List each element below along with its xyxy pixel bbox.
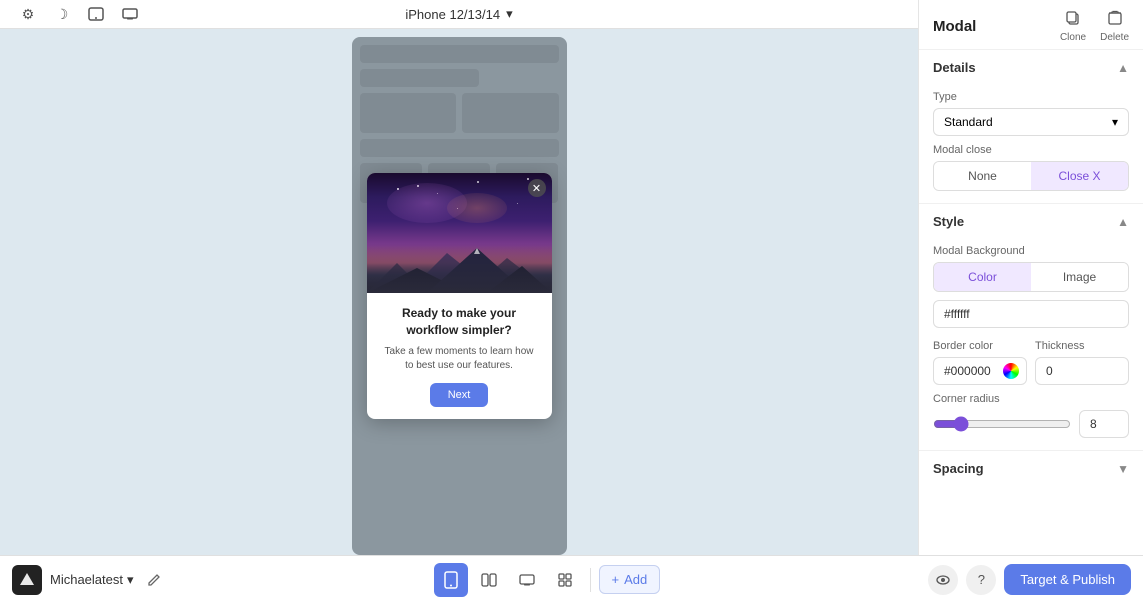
workspace-chevron-icon: ▾ xyxy=(127,572,134,588)
spacing-section-title: Spacing xyxy=(933,461,984,476)
type-select-chevron: ▾ xyxy=(1112,115,1118,129)
border-color-label: Border color xyxy=(933,340,1027,352)
clone-icon xyxy=(1065,10,1081,30)
spacing-section-header[interactable]: Spacing ▼ xyxy=(919,451,1143,484)
style-section-title: Style xyxy=(933,214,964,229)
desktop-tool-btn[interactable] xyxy=(510,563,544,597)
add-plus-icon: + xyxy=(612,572,620,587)
modal-close-x[interactable]: Close X xyxy=(1031,162,1128,190)
modal-bg-label: Modal Background xyxy=(933,245,1129,257)
style-section-header[interactable]: Style ▲ xyxy=(919,204,1143,237)
bottom-center-tools: + Add xyxy=(174,563,921,597)
brand-logo xyxy=(12,565,42,595)
style-chevron-icon: ▲ xyxy=(1117,215,1129,229)
spacing-section: Spacing ▼ xyxy=(919,451,1143,484)
modal-description: Take a few moments to learn how to best … xyxy=(381,345,538,373)
modal-bg-color[interactable]: Color xyxy=(934,263,1031,291)
grid-tool-btn[interactable] xyxy=(548,563,582,597)
delete-action[interactable]: Delete xyxy=(1100,10,1129,43)
modal-close-btn-group: None Close X xyxy=(933,161,1129,191)
modal-title: Ready to make your workflow simpler? xyxy=(381,305,538,339)
panel-title: Modal xyxy=(933,18,976,35)
device-name-label: iPhone 12/13/14 xyxy=(405,7,500,22)
corner-radius-row xyxy=(933,410,1129,438)
mountain-svg xyxy=(367,238,552,293)
chevron-down-icon: ▾ xyxy=(506,6,513,22)
bg-color-input[interactable] xyxy=(933,300,1129,328)
add-button[interactable]: + Add xyxy=(599,565,661,594)
details-section-header[interactable]: Details ▲ xyxy=(919,50,1143,83)
right-panel: Modal Clone Delete Details xyxy=(918,0,1143,555)
help-icon-btn[interactable]: ? xyxy=(966,565,996,595)
corner-radius-input[interactable] xyxy=(1079,410,1129,438)
bottom-right-tools: ? Target & Publish xyxy=(928,564,1131,595)
device-toolbar-icons: ⚙ ☽ xyxy=(16,2,142,26)
corner-radius-slider[interactable] xyxy=(933,416,1071,432)
thickness-input[interactable] xyxy=(1035,357,1129,385)
device-toolbar: ⚙ ☽ iPhone 12/13/14 ▾ xyxy=(0,0,918,29)
thickness-label: Thickness xyxy=(1035,340,1129,352)
tablet-icon[interactable] xyxy=(84,2,108,26)
border-color-field xyxy=(933,357,1027,385)
mobile-tool-btn[interactable] xyxy=(434,563,468,597)
spacing-chevron-icon: ▼ xyxy=(1117,462,1129,476)
split-tool-btn[interactable] xyxy=(472,563,506,597)
modal-box: ✕ xyxy=(367,173,552,419)
delete-label: Delete xyxy=(1100,32,1129,43)
clone-label: Clone xyxy=(1060,32,1086,43)
device-selector[interactable]: iPhone 12/13/14 ▾ xyxy=(405,6,512,22)
details-section: Details ▲ Type Standard ▾ Modal close No… xyxy=(919,50,1143,203)
bottom-bar: Michaelatest ▾ + Add ? Target & xyxy=(0,555,1143,603)
style-section: Style ▲ Modal Background Color Image xyxy=(919,204,1143,450)
details-chevron-icon: ▲ xyxy=(1117,61,1129,75)
corner-radius-label: Corner radius xyxy=(933,393,1129,405)
desktop-icon[interactable] xyxy=(118,2,142,26)
workspace-selector[interactable]: Michaelatest ▾ xyxy=(50,572,134,588)
workspace-name-label: Michaelatest xyxy=(50,572,123,587)
type-select-value: Standard xyxy=(944,115,993,129)
settings-icon[interactable]: ⚙ xyxy=(16,2,40,26)
modal-content: Ready to make your workflow simpler? Tak… xyxy=(367,293,552,419)
panel-actions: Clone Delete xyxy=(1060,10,1129,43)
moon-icon[interactable]: ☽ xyxy=(50,2,74,26)
type-select[interactable]: Standard ▾ xyxy=(933,108,1129,136)
modal-close-label: Modal close xyxy=(933,144,1129,156)
modal-bg-image[interactable]: Image xyxy=(1031,263,1128,291)
modal-close-none[interactable]: None xyxy=(934,162,1031,190)
details-section-body: Type Standard ▾ Modal close None Close X xyxy=(919,91,1143,203)
color-picker-icon[interactable] xyxy=(1003,363,1019,379)
preview-icon-btn[interactable] xyxy=(928,565,958,595)
delete-icon xyxy=(1108,10,1122,30)
edit-icon[interactable] xyxy=(142,568,166,592)
details-section-title: Details xyxy=(933,60,976,75)
toolbar-separator xyxy=(590,568,591,592)
modal-close-button[interactable]: ✕ xyxy=(528,179,546,197)
style-section-body: Modal Background Color Image Border colo… xyxy=(919,245,1143,450)
clone-action[interactable]: Clone xyxy=(1060,10,1086,43)
target-publish-button[interactable]: Target & Publish xyxy=(1004,564,1131,595)
modal-overlay: ✕ xyxy=(352,37,567,555)
modal-next-button[interactable]: Next xyxy=(430,383,489,407)
phone-preview: ✕ xyxy=(352,37,567,555)
modal-bg-btn-group: Color Image xyxy=(933,262,1129,292)
type-field-label: Type xyxy=(933,91,1129,103)
modal-image xyxy=(367,173,552,293)
add-label: Add xyxy=(624,572,647,587)
